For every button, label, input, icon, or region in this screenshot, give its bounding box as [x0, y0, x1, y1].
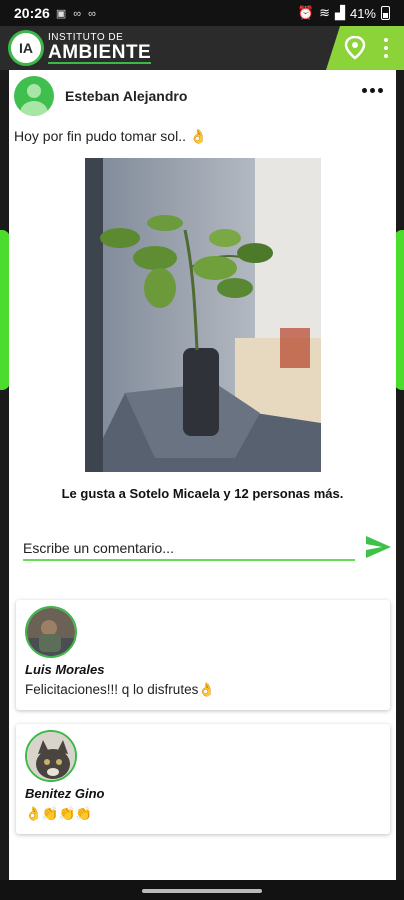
- likes-summary[interactable]: Le gusta a Sotelo Micaela y 12 personas …: [9, 486, 396, 501]
- location-pin-icon[interactable]: [344, 36, 366, 60]
- wifi-icon: ≋: [319, 5, 330, 20]
- commenter-avatar[interactable]: [25, 606, 77, 658]
- logo-text: INSTITUTO DE AMBIENTE: [48, 31, 152, 64]
- status-right: ⏰ ≋ ▟ 41%: [298, 5, 390, 21]
- post-photo[interactable]: [85, 158, 321, 472]
- comment-text: Felicitaciones!!! q lo disfrutes👌: [25, 682, 216, 697]
- status-time: 20:26: [14, 5, 50, 21]
- alarm-icon: ⏰: [297, 5, 315, 20]
- comment-input[interactable]: Escribe un comentario...: [23, 537, 355, 561]
- system-nav-bar: [0, 880, 404, 900]
- comment-item: Luis Morales Felicitaciones!!! q lo disf…: [16, 600, 390, 710]
- battery-percent: 41%: [349, 5, 376, 21]
- post-header: Esteban Alejandro: [9, 70, 396, 122]
- author-avatar[interactable]: [14, 76, 54, 116]
- post-more-icon[interactable]: [362, 88, 383, 93]
- commenter-name[interactable]: Benitez Gino: [25, 786, 104, 801]
- post-card: Esteban Alejandro Hoy por fin pudo tomar…: [9, 70, 396, 880]
- commenter-name[interactable]: Luis Morales: [25, 662, 104, 677]
- overflow-menu-icon[interactable]: [378, 36, 394, 60]
- app-bar: IA INSTITUTO DE AMBIENTE: [0, 26, 404, 70]
- app-logo[interactable]: IA INSTITUTO DE AMBIENTE: [8, 30, 152, 66]
- post-text: Hoy por fin pudo tomar sol.. 👌: [14, 128, 208, 144]
- signal-icon: ▟: [334, 5, 345, 20]
- commenter-avatar[interactable]: [25, 730, 77, 782]
- comment-item: Benitez Gino 👌👏👏👏: [16, 724, 390, 834]
- post-author[interactable]: Esteban Alejandro: [65, 88, 187, 104]
- send-icon[interactable]: [364, 534, 392, 560]
- notification-icons: ▣ ∞ ∞: [55, 7, 99, 20]
- logo-small-text: INSTITUTO DE: [48, 31, 124, 43]
- logo-big-text: AMBIENTE: [48, 41, 152, 64]
- status-bar: 20:26 ▣ ∞ ∞ ⏰ ≋ ▟ 41%: [0, 0, 404, 26]
- battery-icon: [381, 6, 390, 20]
- logo-mark: IA: [8, 30, 44, 66]
- home-gesture-handle[interactable]: [142, 889, 262, 893]
- comment-text: 👌👏👏👏: [25, 806, 93, 821]
